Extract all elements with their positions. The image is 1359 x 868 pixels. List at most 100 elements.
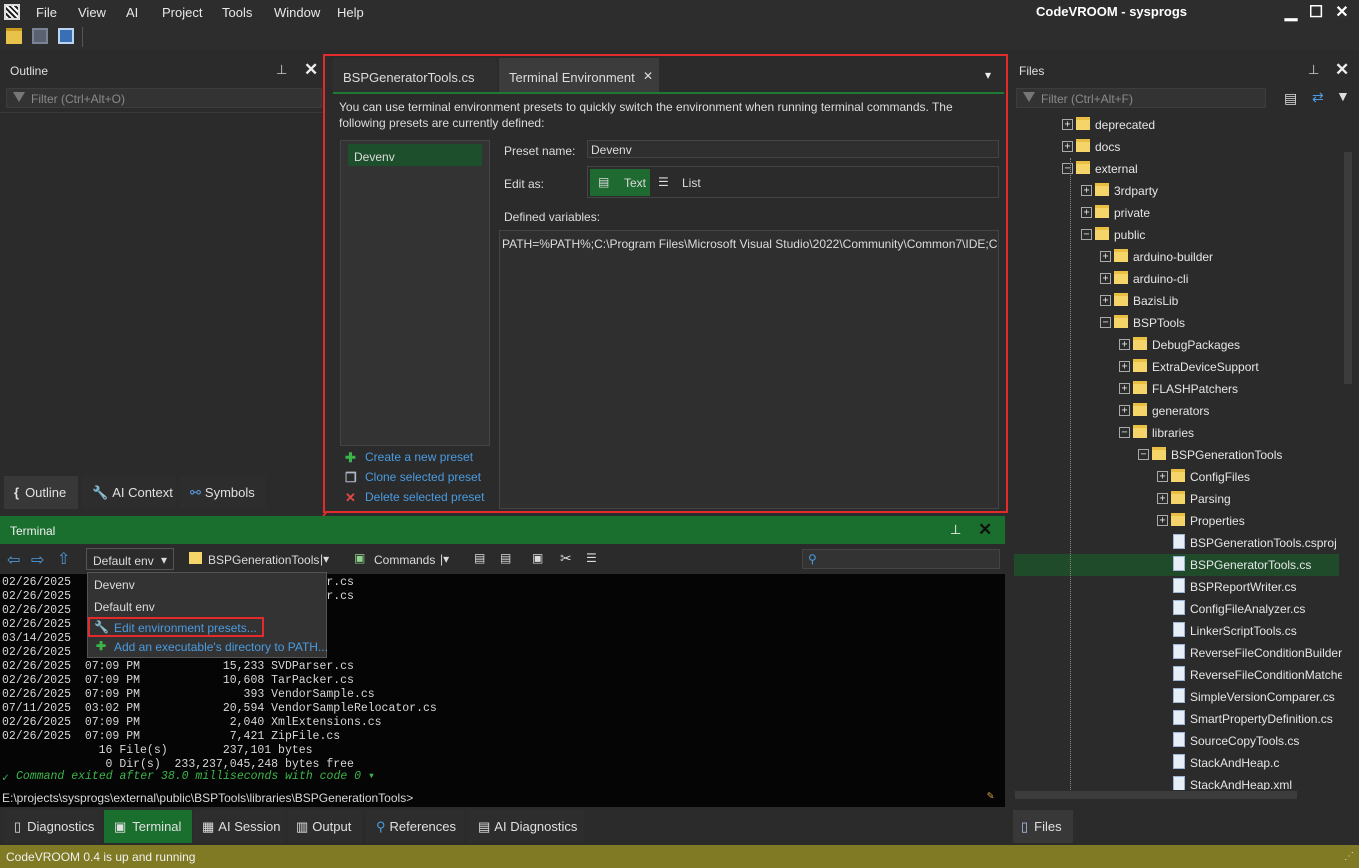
tree-file[interactable]: SmartPropertyDefinition.cs bbox=[1014, 708, 1339, 730]
sync-icon[interactable]: ⇄ bbox=[1312, 89, 1324, 106]
menu-view[interactable]: View bbox=[78, 5, 106, 20]
close-icon[interactable]: ✕ bbox=[978, 520, 992, 540]
tree-folder[interactable]: + ConfigFiles bbox=[1014, 466, 1339, 488]
expand-icon[interactable]: + bbox=[1119, 361, 1130, 372]
files-filter-input[interactable]: Filter (Ctrl+Alt+F) bbox=[1016, 88, 1266, 108]
menu-window[interactable]: Window bbox=[274, 5, 320, 20]
edit-presets-item[interactable]: 🔧 Edit environment presets... bbox=[88, 617, 264, 637]
copy-icon[interactable]: ▤ bbox=[474, 551, 485, 565]
paste-icon[interactable]: ▤ bbox=[500, 551, 511, 565]
outline-filter-input[interactable]: Filter (Ctrl+Alt+O) bbox=[6, 88, 322, 108]
terminal-search-input[interactable]: ⚲ bbox=[802, 549, 1000, 569]
tree-folder[interactable]: − libraries bbox=[1014, 422, 1339, 444]
up-arrow-icon[interactable]: ⇧ bbox=[57, 549, 70, 569]
chevron-down-icon[interactable]: |▾ bbox=[320, 552, 329, 566]
expand-icon[interactable]: + bbox=[1100, 251, 1111, 262]
close-window-icon[interactable]: ✕ bbox=[1331, 2, 1353, 22]
scissors-icon[interactable]: ✂ bbox=[560, 550, 572, 567]
tab-output[interactable]: ▥ Output bbox=[288, 810, 362, 843]
filter-funnel-icon[interactable]: ▼ bbox=[1336, 88, 1350, 104]
terminal-prompt[interactable]: E:\projects\sysprogs\external\public\BSP… bbox=[2, 791, 413, 805]
tree-file[interactable]: BSPGenerationTools.csproj bbox=[1014, 532, 1339, 554]
tree-file[interactable]: BSPReportWriter.cs bbox=[1014, 576, 1339, 598]
collapse-all-icon[interactable]: ▤ bbox=[1284, 90, 1297, 107]
tree-file[interactable]: SourceCopyTools.cs bbox=[1014, 730, 1339, 752]
edit-as-text-button[interactable]: ▤ Text bbox=[590, 169, 650, 196]
tab-ai-diagnostics[interactable]: ▤ AI Diagnostics bbox=[468, 810, 584, 843]
dropdown-item-default-env[interactable]: Default env bbox=[94, 600, 155, 614]
tree-folder[interactable]: − BSPGenerationTools bbox=[1014, 444, 1339, 466]
open-folder-icon[interactable] bbox=[6, 28, 22, 44]
tree-folder[interactable]: + generators bbox=[1014, 400, 1339, 422]
commands-dropdown[interactable]: Commands bbox=[374, 553, 435, 567]
clone-preset-button[interactable]: ❐ Clone selected preset bbox=[345, 470, 481, 485]
tree-file[interactable]: ReverseFileConditionMatche bbox=[1014, 664, 1342, 686]
tree-folder[interactable]: + deprecated bbox=[1014, 114, 1339, 136]
tab-symbols[interactable]: ⚯ Symbols bbox=[180, 476, 266, 509]
expand-icon[interactable]: + bbox=[1100, 295, 1111, 306]
tree-folder[interactable]: + FLASHPatchers bbox=[1014, 378, 1339, 400]
tree-folder[interactable]: + DebugPackages bbox=[1014, 334, 1339, 356]
tree-file[interactable]: StackAndHeap.xml bbox=[1014, 774, 1339, 790]
variables-textarea[interactable]: PATH=%PATH%;C:\Program Files\Microsoft V… bbox=[499, 230, 999, 509]
files-hscrollbar[interactable] bbox=[1015, 791, 1297, 799]
minimize-icon[interactable]: ▁ bbox=[1280, 2, 1302, 22]
expand-icon[interactable]: + bbox=[1157, 471, 1168, 482]
files-vscrollbar[interactable] bbox=[1344, 152, 1352, 384]
tab-terminal[interactable]: ▣ Terminal bbox=[104, 810, 192, 843]
create-preset-button[interactable]: ✚ Create a new preset bbox=[345, 450, 473, 465]
expand-icon[interactable]: + bbox=[1100, 273, 1111, 284]
delete-preset-button[interactable]: ✕ Delete selected preset bbox=[345, 490, 484, 505]
tree-file[interactable]: LinkerScriptTools.cs bbox=[1014, 620, 1339, 642]
tree-folder[interactable]: + private bbox=[1014, 202, 1339, 224]
menu-help[interactable]: Help bbox=[337, 5, 364, 20]
close-icon[interactable]: ✕ bbox=[1335, 60, 1349, 80]
collapse-icon[interactable]: − bbox=[1081, 229, 1092, 240]
clear-screen-icon[interactable]: ▣ bbox=[532, 551, 543, 565]
tab-terminal-environment[interactable]: Terminal Environment ✕ bbox=[499, 58, 659, 92]
tree-folder[interactable]: +3rdparty bbox=[1014, 180, 1339, 202]
save-icon[interactable] bbox=[32, 28, 48, 44]
menu-project[interactable]: Project bbox=[162, 5, 202, 20]
collapse-icon[interactable]: − bbox=[1138, 449, 1149, 460]
tree-folder[interactable]: + docs bbox=[1014, 136, 1339, 158]
tree-folder[interactable]: + arduino-builder bbox=[1014, 246, 1339, 268]
expand-icon[interactable]: + bbox=[1062, 119, 1073, 130]
project-dropdown[interactable]: BSPGenerationTools bbox=[208, 553, 319, 567]
tree-folder[interactable]: + arduino-cli bbox=[1014, 268, 1339, 290]
collapse-icon[interactable]: − bbox=[1062, 163, 1073, 174]
tree-folder[interactable]: + Parsing bbox=[1014, 488, 1339, 510]
tree-folder[interactable]: + BazisLib bbox=[1014, 290, 1339, 312]
tab-list-chevron-icon[interactable]: ▾ bbox=[985, 68, 991, 82]
pin-icon[interactable]: ⊥ bbox=[950, 522, 961, 538]
tree-folder[interactable]: − BSPTools bbox=[1014, 312, 1339, 334]
chevron-down-icon[interactable]: |▾ bbox=[440, 552, 449, 566]
preset-item-devenv[interactable]: Devenv bbox=[348, 144, 482, 166]
maximize-icon[interactable]: ☐ bbox=[1305, 2, 1327, 22]
tree-file[interactable]: ConfigFileAnalyzer.cs bbox=[1014, 598, 1339, 620]
tree-file[interactable]: StackAndHeap.c bbox=[1014, 752, 1339, 774]
tab-diagnostics[interactable]: ▯ Diagnostics bbox=[4, 810, 100, 843]
tab-bspgeneratortools[interactable]: BSPGeneratorTools.cs bbox=[333, 58, 497, 92]
add-to-path-item[interactable]: Add an executable's directory to PATH... bbox=[114, 640, 328, 654]
pin-icon[interactable]: ⊥ bbox=[276, 62, 287, 78]
tab-ai-context[interactable]: 🔧 AI Context bbox=[82, 476, 176, 509]
expand-icon[interactable]: + bbox=[1119, 339, 1130, 350]
expand-icon[interactable]: + bbox=[1062, 141, 1073, 152]
tree-folder[interactable]: − external bbox=[1014, 158, 1339, 180]
tree-folder[interactable]: + ExtraDeviceSupport bbox=[1014, 356, 1339, 378]
back-arrow-icon[interactable]: ⇦ bbox=[7, 550, 20, 570]
close-tab-icon[interactable]: ✕ bbox=[643, 69, 653, 83]
tree-file[interactable]: SimpleVersionComparer.cs bbox=[1014, 686, 1339, 708]
tree-folder[interactable]: + Properties bbox=[1014, 510, 1339, 532]
tab-files[interactable]: ▯ Files bbox=[1013, 810, 1073, 843]
tab-references[interactable]: ⚲ References bbox=[366, 810, 464, 843]
menu-ai[interactable]: AI bbox=[126, 5, 138, 20]
list-icon[interactable]: ☰ bbox=[586, 551, 597, 565]
save-all-icon[interactable] bbox=[58, 28, 74, 44]
expand-icon[interactable]: + bbox=[1157, 493, 1168, 504]
expand-icon[interactable]: + bbox=[1119, 405, 1130, 416]
collapse-icon[interactable]: − bbox=[1119, 427, 1130, 438]
pin-icon[interactable]: ⊥ bbox=[1308, 62, 1319, 78]
tab-outline[interactable]: {Outline bbox=[4, 476, 78, 509]
